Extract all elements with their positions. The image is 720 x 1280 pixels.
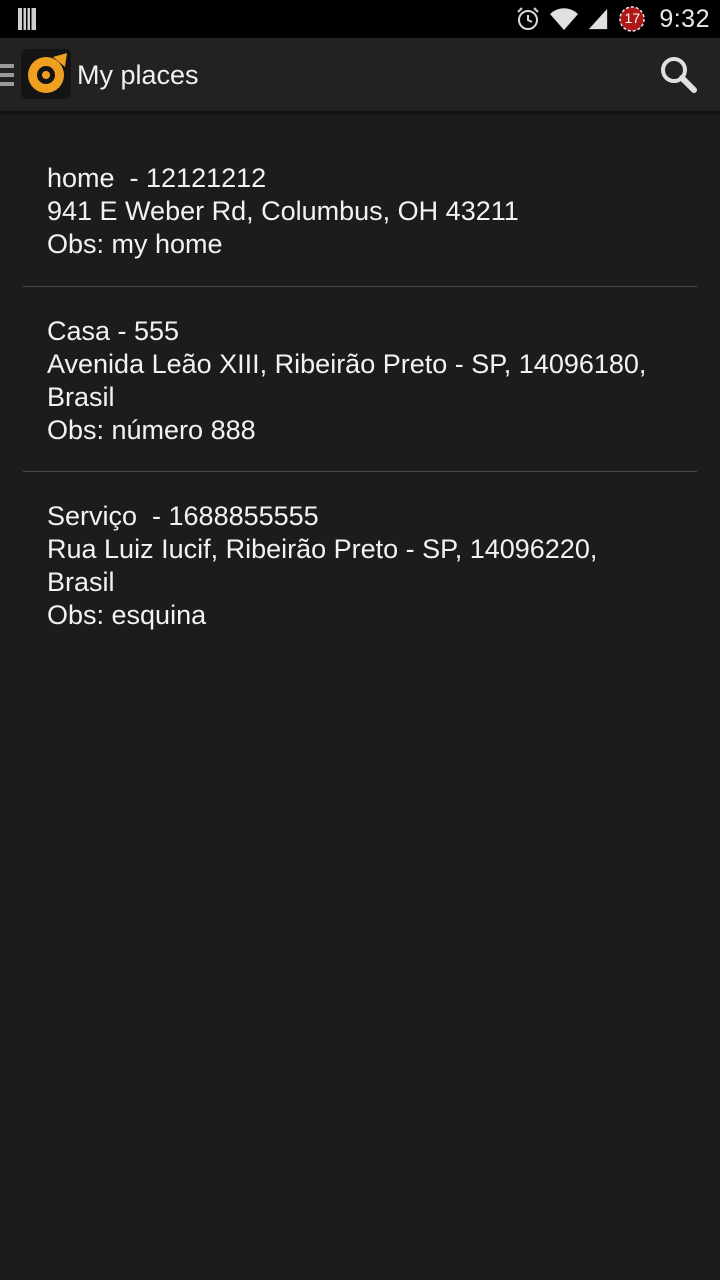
place-address: Rua Luiz Iucif, Ribeirão Preto - SP, 140… bbox=[47, 534, 598, 564]
search-icon bbox=[661, 57, 697, 93]
drawer-indicator-icon[interactable] bbox=[0, 62, 16, 88]
place-title: Casa - 555 bbox=[47, 316, 180, 346]
status-time: 9:32 bbox=[659, 4, 710, 33]
page-title: My places bbox=[77, 60, 199, 90]
place-title: Serviço - 1688855555 bbox=[47, 501, 319, 531]
place-obs: Obs: número 888 bbox=[47, 415, 256, 445]
storage-icon bbox=[18, 8, 36, 30]
action-bar: My places bbox=[0, 38, 720, 112]
places-list: home - 12121212 941 E Weber Rd, Columbus… bbox=[0, 111, 720, 656]
status-icons: 17 9:32 bbox=[515, 0, 710, 38]
place-title: home - 12121212 bbox=[47, 163, 267, 193]
place-address-continued: Brasil bbox=[47, 382, 115, 412]
status-bar: 17 9:32 bbox=[0, 0, 720, 38]
wifi-icon bbox=[550, 8, 579, 30]
signal-icon bbox=[589, 8, 608, 30]
place-address: Avenida Leão XIII, Ribeirão Preto - SP, … bbox=[47, 349, 647, 379]
alarm-icon bbox=[517, 7, 540, 30]
search-button[interactable] bbox=[656, 52, 700, 96]
app-logo-icon[interactable] bbox=[21, 49, 71, 99]
place-address-continued: Brasil bbox=[47, 567, 115, 597]
place-item-home[interactable]: home - 12121212 941 E Weber Rd, Columbus… bbox=[0, 111, 720, 286]
calendar-notification-icon: 17 bbox=[617, 4, 647, 34]
place-item-casa[interactable]: Casa - 555 Avenida Leão XIII, Ribeirão P… bbox=[0, 287, 720, 471]
place-obs: Obs: my home bbox=[47, 229, 223, 259]
place-address: 941 E Weber Rd, Columbus, OH 43211 bbox=[47, 196, 519, 226]
place-obs: Obs: esquina bbox=[47, 600, 207, 630]
calendar-badge: 17 bbox=[624, 10, 641, 26]
place-item-servico[interactable]: Serviço - 1688855555 Rua Luiz Iucif, Rib… bbox=[0, 472, 720, 656]
